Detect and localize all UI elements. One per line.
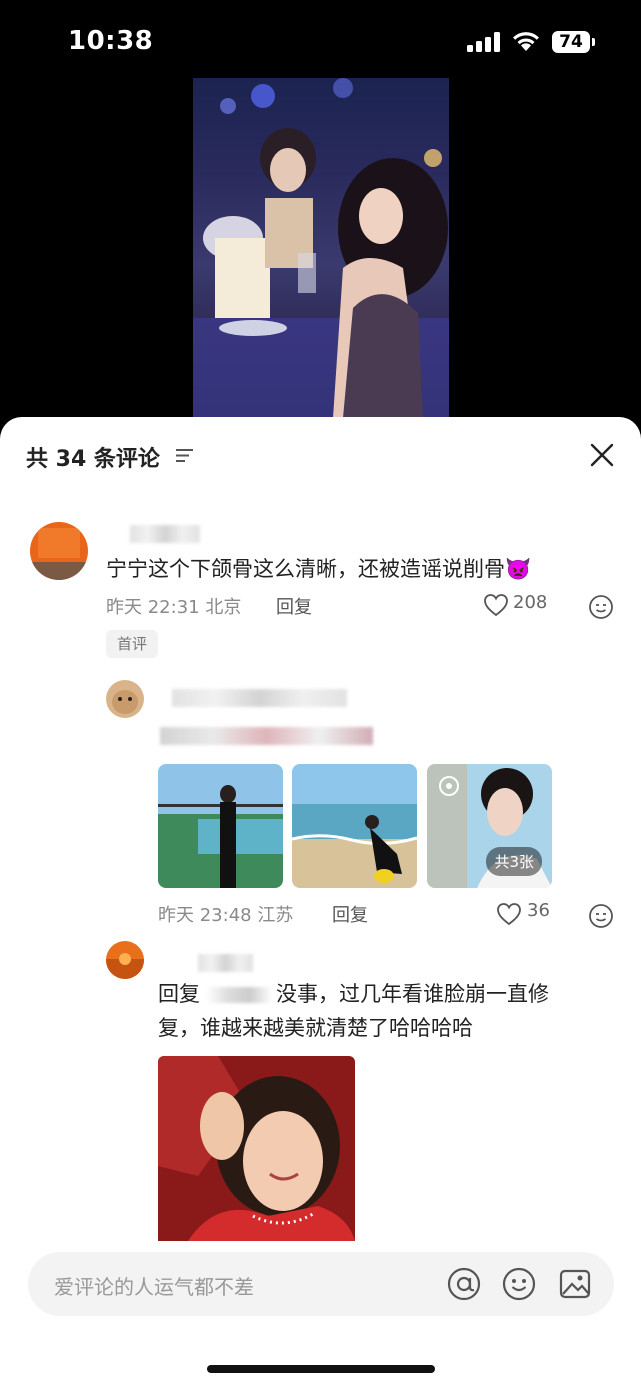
reply-text-blurred (160, 727, 373, 745)
first-comment-badge: 首评 (106, 630, 158, 658)
emoji-reaction-icon-2[interactable] (588, 903, 614, 929)
battery-nub (592, 38, 595, 46)
reply-time-location: 昨天 23:48 江苏 (158, 901, 293, 927)
sort-filter-icon[interactable] (176, 447, 194, 463)
reply-button[interactable]: 回复 (276, 593, 312, 619)
status-bar: 10:38 74 (0, 0, 641, 80)
home-indicator (207, 1365, 435, 1373)
post-photo-illustration (193, 78, 449, 418)
reply-time: 昨天 23:48 (158, 905, 252, 926)
reply-name-blurred-2[interactable] (198, 954, 253, 972)
like-count: 208 (513, 592, 548, 613)
comment-input-placeholder[interactable]: 爱评论的人运气都不差 (54, 1271, 254, 1300)
close-icon[interactable] (590, 443, 614, 467)
comment-input-bar[interactable]: 爱评论的人运气都不差 (28, 1252, 614, 1316)
reply-text-line2: 复，谁越来越美就清楚了哈哈哈哈 (158, 1016, 473, 1040)
emoji-reaction-icon[interactable] (588, 594, 614, 620)
comment-text: 宁宁这个下颌骨这么清晰，还被造谣说削骨👿 (106, 557, 532, 581)
reply-location: 江苏 (257, 905, 294, 926)
image-picker-icon[interactable] (558, 1266, 592, 1302)
reply-button-2[interactable]: 回复 (332, 901, 368, 927)
mention-at-icon[interactable] (446, 1266, 482, 1302)
status-time: 10:38 (68, 26, 154, 56)
comments-sheet: 共 34 条评论 宁宁这个下颌骨这么清晰，还被造谣说削骨👿 昨天 22:31 北… (0, 417, 641, 1386)
reply-prefix: 回复 (158, 982, 200, 1006)
wifi-icon (513, 32, 539, 51)
like-heart-icon-2[interactable] (496, 902, 522, 926)
reply-text: 回复 没事，过几年看谁脸崩一直修 复，谁越来越美就清楚了哈哈哈哈 (158, 977, 549, 1045)
comment-time: 昨天 22:31 (106, 597, 200, 618)
reply-target-blurred[interactable] (206, 987, 272, 1003)
image-count-badge: 共3张 (486, 847, 542, 876)
like-heart-icon[interactable] (483, 593, 509, 617)
reply-text-line1: 没事，过几年看谁脸崩一直修 (276, 982, 549, 1006)
reply-avatar[interactable] (106, 680, 144, 718)
reply-name-blurred[interactable] (172, 689, 347, 707)
commenter-name-blurred[interactable] (130, 525, 200, 543)
like-count-2: 36 (527, 900, 550, 921)
reply-image-1[interactable] (158, 764, 283, 888)
comment-location: 北京 (205, 597, 242, 618)
comment-time-location: 昨天 22:31 北京 (106, 593, 241, 619)
cellular-signal-icon (467, 32, 500, 52)
battery-indicator: 74 (552, 31, 590, 53)
reply-attached-image[interactable] (158, 1056, 355, 1241)
reply-image-2[interactable] (292, 764, 417, 888)
comments-count-title: 共 34 条评论 (26, 447, 160, 472)
reply-image-3[interactable]: 共3张 (427, 764, 552, 888)
emoji-icon[interactable] (501, 1266, 537, 1302)
reply-avatar-2[interactable] (106, 941, 144, 979)
commenter-avatar[interactable] (30, 522, 88, 580)
post-photo[interactable] (193, 78, 449, 418)
